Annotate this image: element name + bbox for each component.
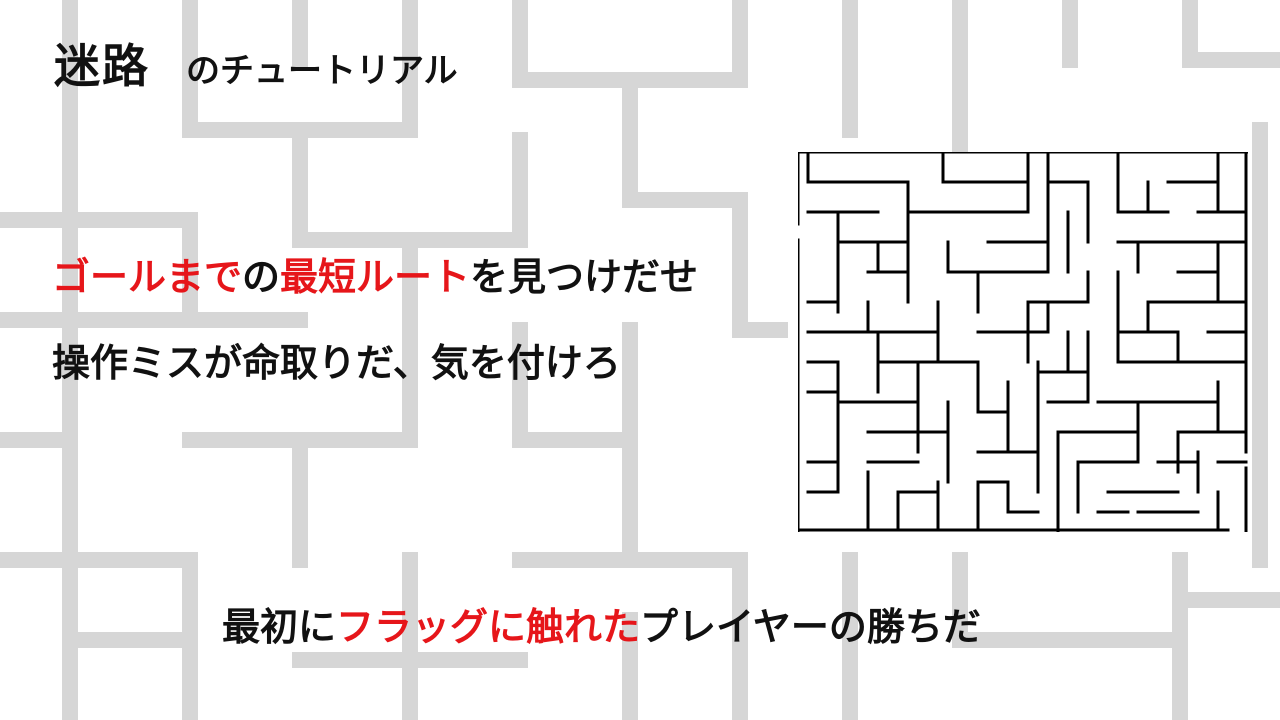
instruction-segment: プレイヤーの勝ちだ	[640, 605, 981, 649]
title-sub: のチュートリアル	[186, 51, 458, 91]
instruction-line-win-condition: 最初にフラッグに触れたプレイヤーの勝ちだ	[222, 596, 981, 651]
instruction-segment: ゴールまで	[52, 255, 243, 299]
instruction-segment: 操作ミスが命取りだ、気を付けろ	[52, 341, 621, 385]
instruction-segment: の	[242, 255, 281, 299]
instruction-segment: 最初に	[222, 605, 337, 649]
instruction-line-goal: ゴールまでの最短ルートを見つけだせ	[52, 246, 698, 301]
instruction-segment: フラッグに触れた	[336, 605, 641, 649]
maze-walls	[798, 152, 1248, 532]
title-main: 迷路	[54, 39, 150, 93]
instruction-segment: を見つけだせ	[470, 255, 699, 299]
maze-illustration	[798, 152, 1248, 532]
instruction-segment: 最短ルート	[280, 255, 471, 299]
page-title: 迷路 のチュートリアル	[54, 30, 458, 96]
instruction-line-warning: 操作ミスが命取りだ、気を付けろ	[52, 332, 621, 387]
